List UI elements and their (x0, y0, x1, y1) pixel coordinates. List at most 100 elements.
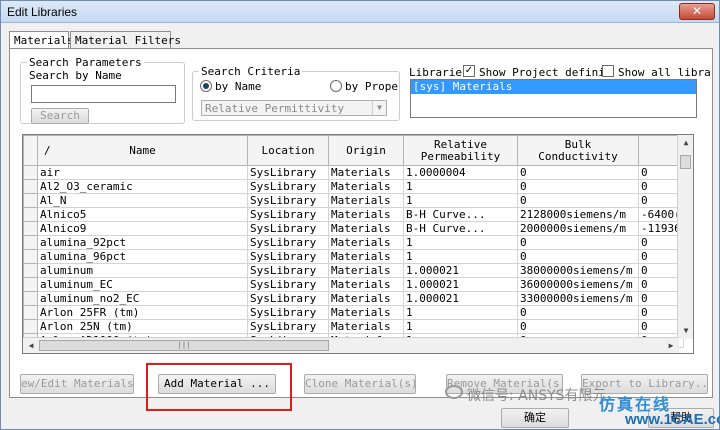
vertical-scroll-thumb[interactable] (680, 155, 691, 169)
cell-relative-permeability[interactable]: 1.000021 (403, 277, 518, 292)
row-header[interactable] (23, 235, 38, 250)
horizontal-scrollbar[interactable]: ◀ ||| ▶ (23, 337, 679, 353)
cell-origin[interactable]: Materials (328, 165, 404, 180)
cell-name[interactable]: aluminum (37, 263, 248, 278)
cell-origin[interactable]: Materials (328, 291, 404, 306)
cell-bulk-conductivity[interactable]: 0 (517, 235, 639, 250)
cell-origin[interactable]: Materials (328, 305, 404, 320)
cell-relative-permeability[interactable]: 1.0000004 (403, 165, 518, 180)
tab-material-filters[interactable]: Material Filters (70, 31, 181, 49)
cell-name[interactable]: Arlon 25N (tm) (37, 319, 248, 334)
cell-location[interactable]: SysLibrary (247, 235, 329, 250)
cell-relative-permeability[interactable]: 1 (403, 179, 518, 194)
table-row[interactable]: alumina_92pct SysLibrary Materials 1 0 0 (23, 235, 684, 250)
cell-location[interactable]: SysLibrary (247, 179, 329, 194)
cell-bulk-conductivity[interactable]: 0 (517, 179, 639, 194)
materials-grid[interactable]: / Name Location Origin Relative Permeabi… (22, 134, 694, 354)
column-header-name[interactable]: / Name (37, 135, 248, 166)
property-select[interactable]: Relative Permittivity ▼ (201, 100, 387, 116)
table-row[interactable]: Al2_O3_ceramic SysLibrary Materials 1 0 0 (23, 179, 684, 194)
search-name-input[interactable] (31, 85, 176, 103)
cell-bulk-conductivity[interactable]: 0 (517, 193, 639, 208)
show-all-libraries-checkbox[interactable] (602, 65, 614, 77)
cell-location[interactable]: SysLibrary (247, 165, 329, 180)
row-header[interactable] (23, 305, 38, 320)
cell-name[interactable]: Al2_O3_ceramic (37, 179, 248, 194)
cell-location[interactable]: SysLibrary (247, 319, 329, 334)
title-bar[interactable]: Edit Libraries ✕ (1, 1, 719, 23)
cell-name[interactable]: Al_N (37, 193, 248, 208)
cell-relative-permeability[interactable]: 1 (403, 235, 518, 250)
cell-relative-permeability[interactable]: 1 (403, 305, 518, 320)
cell-name[interactable]: alumina_96pct (37, 249, 248, 264)
row-header[interactable] (23, 277, 38, 292)
cell-name[interactable]: alumina_92pct (37, 235, 248, 250)
show-project-definitions-checkbox[interactable]: ✓ (463, 65, 475, 77)
cell-origin[interactable]: Materials (328, 319, 404, 334)
column-header-relative-permeability[interactable]: Relative Permeability (403, 135, 518, 166)
cell-relative-permeability[interactable]: B-H Curve... (403, 207, 518, 222)
table-row[interactable]: Al_N SysLibrary Materials 1 0 0 (23, 193, 684, 208)
libraries-listbox[interactable]: [sys] Materials (410, 79, 697, 118)
row-header[interactable] (23, 179, 38, 194)
cell-origin[interactable]: Materials (328, 235, 404, 250)
cell-name[interactable]: aluminum_EC (37, 277, 248, 292)
cell-bulk-conductivity[interactable]: 0 (517, 305, 639, 320)
close-button[interactable]: ✕ (679, 3, 715, 20)
column-header-location[interactable]: Location (247, 135, 329, 166)
cell-relative-permeability[interactable]: 1 (403, 249, 518, 264)
cell-bulk-conductivity[interactable]: 0 (517, 319, 639, 334)
library-item-sys-materials[interactable]: [sys] Materials (411, 80, 696, 94)
table-row[interactable]: Arlon 25N (tm) SysLibrary Materials 1 0 0 (23, 319, 684, 334)
view-edit-materials-button[interactable]: ew/Edit Materials .. (20, 374, 134, 394)
scroll-down-icon[interactable]: ▼ (678, 323, 693, 339)
row-header-corner[interactable] (23, 135, 38, 166)
cell-location[interactable]: SysLibrary (247, 249, 329, 264)
cell-location[interactable]: SysLibrary (247, 291, 329, 306)
cell-relative-permeability[interactable]: 1.000021 (403, 291, 518, 306)
table-row[interactable]: Alnico9 SysLibrary Materials B-H Curve... 20… (23, 221, 684, 236)
row-header[interactable] (23, 165, 38, 180)
cell-origin[interactable]: Materials (328, 179, 404, 194)
column-header-bulk-conductivity[interactable]: Bulk Conductivity (517, 135, 639, 166)
search-button[interactable]: Search (31, 108, 89, 124)
cell-location[interactable]: SysLibrary (247, 193, 329, 208)
by-name-radio[interactable] (200, 80, 212, 92)
cell-relative-permeability[interactable]: 1 (403, 319, 518, 334)
cell-bulk-conductivity[interactable]: 36000000siemens/m (517, 277, 639, 292)
cell-bulk-conductivity[interactable]: 2128000siemens/m (517, 207, 639, 222)
cell-name[interactable]: Alnico9 (37, 221, 248, 236)
table-row[interactable]: aluminum SysLibrary Materials 1.000021 38000… (23, 263, 684, 278)
ok-button[interactable]: 确定 (501, 408, 569, 428)
cell-origin[interactable]: Materials (328, 277, 404, 292)
cell-bulk-conductivity[interactable]: 2000000siemens/m (517, 221, 639, 236)
cell-origin[interactable]: Materials (328, 207, 404, 222)
row-header[interactable] (23, 221, 38, 236)
column-header-origin[interactable]: Origin (328, 135, 404, 166)
row-header[interactable] (23, 207, 38, 222)
scroll-up-icon[interactable]: ▲ (678, 135, 693, 151)
row-header[interactable] (23, 291, 38, 306)
row-header[interactable] (23, 249, 38, 264)
scroll-right-icon[interactable]: ▶ (663, 338, 679, 353)
cell-origin[interactable]: Materials (328, 193, 404, 208)
cell-location[interactable]: SysLibrary (247, 277, 329, 292)
table-row[interactable]: air SysLibrary Materials 1.0000004 0 0 (23, 165, 684, 180)
cell-relative-permeability[interactable]: 1.000021 (403, 263, 518, 278)
cell-bulk-conductivity[interactable]: 0 (517, 249, 639, 264)
cell-name[interactable]: aluminum_no2_EC (37, 291, 248, 306)
cell-bulk-conductivity[interactable]: 33000000siemens/m (517, 291, 639, 306)
row-header[interactable] (23, 319, 38, 334)
cell-location[interactable]: SysLibrary (247, 263, 329, 278)
table-row[interactable]: alumina_96pct SysLibrary Materials 1 0 0 (23, 249, 684, 264)
table-row[interactable]: Alnico5 SysLibrary Materials B-H Curve... 21… (23, 207, 684, 222)
cell-name[interactable]: Alnico5 (37, 207, 248, 222)
cell-location[interactable]: SysLibrary (247, 221, 329, 236)
table-row[interactable]: Arlon 25FR (tm) SysLibrary Materials 1 0 0 (23, 305, 684, 320)
cell-name[interactable]: Arlon 25FR (tm) (37, 305, 248, 320)
cell-relative-permeability[interactable]: 1 (403, 193, 518, 208)
cell-relative-permeability[interactable]: B-H Curve... (403, 221, 518, 236)
clone-material-button[interactable]: Clone Material(s) (304, 374, 416, 394)
scroll-left-icon[interactable]: ◀ (23, 338, 39, 353)
table-row[interactable]: aluminum_no2_EC SysLibrary Materials 1.0000… (23, 291, 684, 306)
